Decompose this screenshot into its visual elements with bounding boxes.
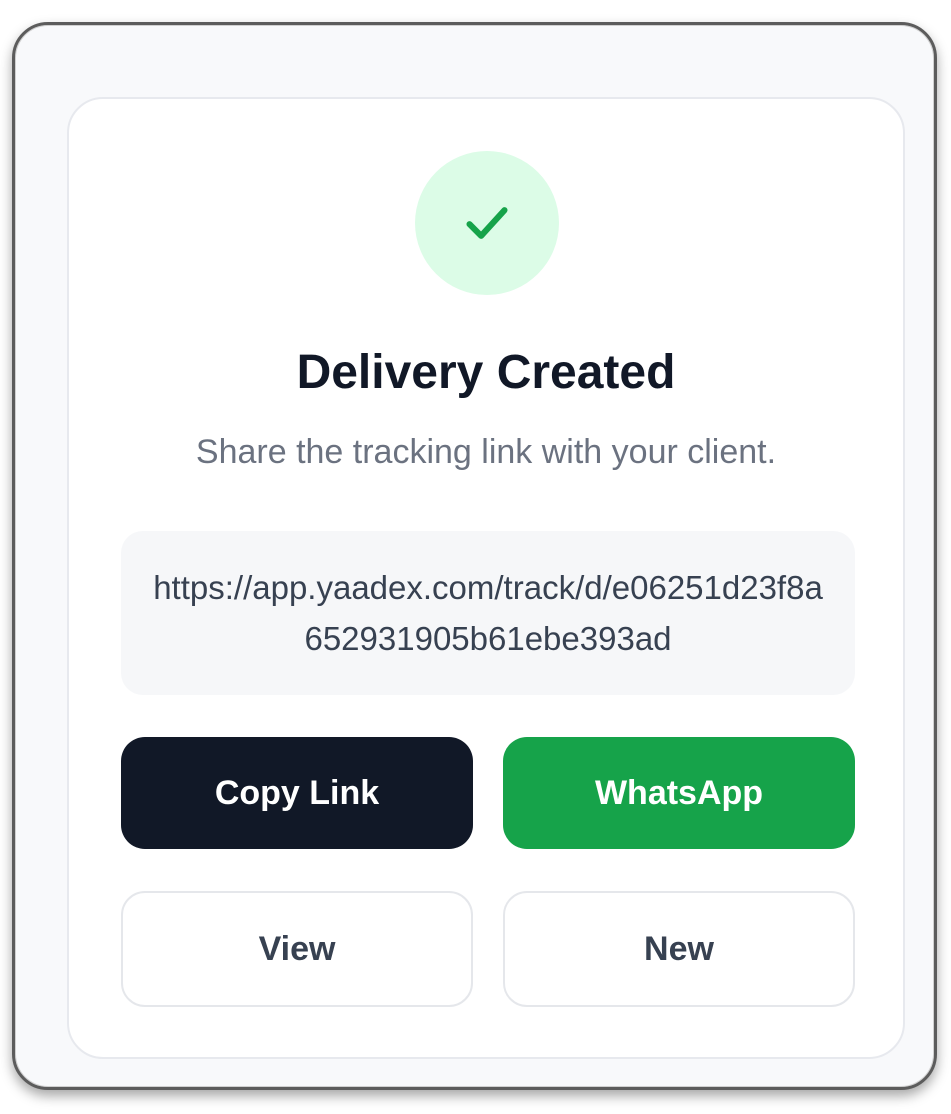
check-icon <box>466 207 508 239</box>
tracking-link[interactable]: https://app.yaadex.com/track/d/e06251d23… <box>151 562 825 664</box>
dialog-title: Delivery Created <box>296 346 676 399</box>
success-badge <box>415 151 559 295</box>
dialog-subtitle: Share the tracking link with your client… <box>195 433 777 471</box>
view-button[interactable]: View <box>121 891 473 1007</box>
copy-link-button[interactable]: Copy Link <box>121 737 473 849</box>
window-frame: Delivery Created Share the tracking link… <box>12 22 937 1090</box>
new-delivery-button[interactable]: New <box>503 891 855 1007</box>
success-dialog: Delivery Created Share the tracking link… <box>67 97 905 1059</box>
tracking-link-box[interactable]: https://app.yaadex.com/track/d/e06251d23… <box>121 531 855 695</box>
whatsapp-button[interactable]: WhatsApp <box>503 737 855 849</box>
